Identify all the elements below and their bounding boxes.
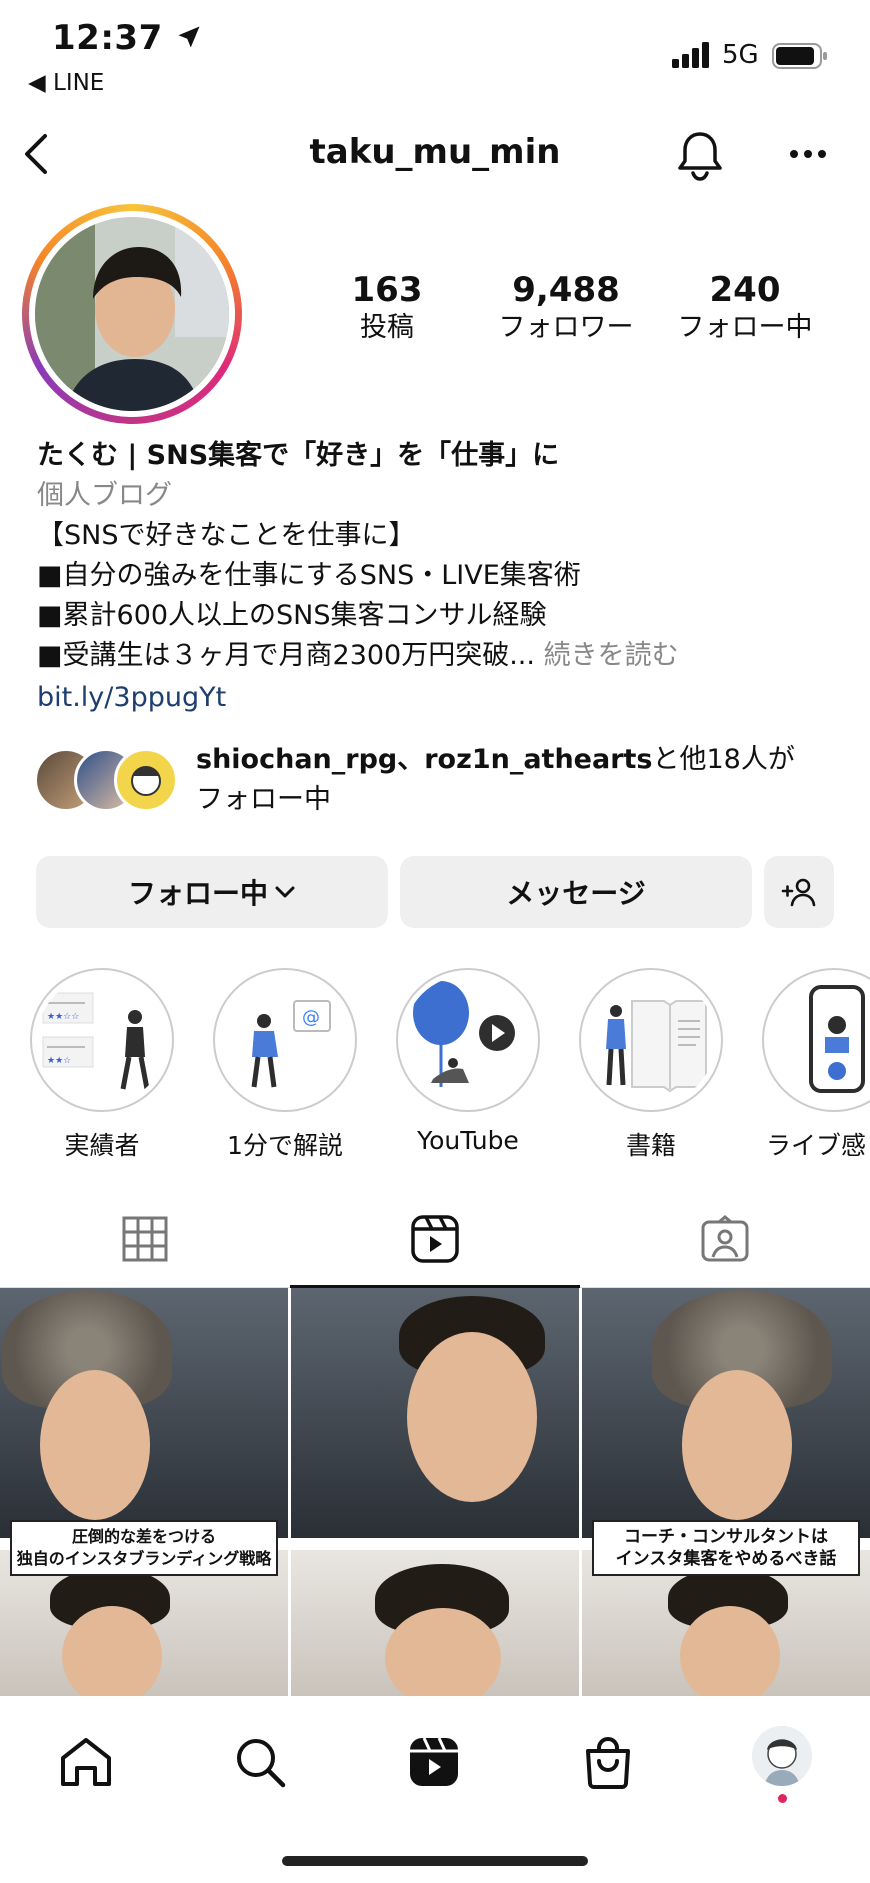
reels-grid: 圧倒的な差をつける 独自のインスタブランディング戦略 コーチ・コンサルタントは … bbox=[0, 1288, 870, 1696]
posts-label: 投稿 bbox=[360, 312, 414, 343]
contact-illustration-icon: @ bbox=[251, 1000, 331, 1088]
profile-category: 個人ブログ bbox=[37, 480, 172, 511]
suggested-users-button[interactable] bbox=[764, 856, 834, 928]
bio-line: ■自分の強みを仕事にするSNS・LIVE集客術 bbox=[37, 560, 581, 591]
home-icon bbox=[61, 1738, 111, 1786]
nav-search[interactable] bbox=[224, 1726, 296, 1798]
notification-dot bbox=[778, 1794, 787, 1803]
highlight-label: YouTube bbox=[417, 1126, 519, 1155]
status-time: 12:37 bbox=[52, 18, 203, 58]
following-count: 240 bbox=[709, 270, 781, 310]
profile-tabs bbox=[0, 1190, 870, 1288]
more-dots-icon bbox=[790, 150, 826, 158]
bottom-tab-bar bbox=[0, 1696, 870, 1883]
message-button[interactable]: メッセージ bbox=[400, 856, 752, 928]
mutual-count-text: と他18人が bbox=[652, 744, 795, 775]
highlight-label: 書籍 bbox=[625, 1131, 676, 1160]
nav-shop[interactable] bbox=[572, 1726, 644, 1798]
back-to-line-link[interactable]: ◀ LINE bbox=[28, 70, 104, 96]
reel-thumbnail[interactable]: 圧倒的な差をつける 独自のインスタブランディング戦略 bbox=[0, 1288, 288, 1696]
reels-icon bbox=[411, 1215, 459, 1263]
book-illustration-icon bbox=[606, 1000, 707, 1093]
nav-reels[interactable] bbox=[398, 1726, 470, 1798]
reel-caption: コーチ・コンサルタントは インスタ集客をやめるべき話 bbox=[592, 1520, 860, 1576]
mutual-followers-avatars[interactable] bbox=[34, 748, 184, 812]
svg-text:★★☆☆: ★★☆☆ bbox=[47, 1012, 79, 1022]
highlight-item[interactable]: ライブ感 bbox=[762, 968, 870, 1162]
battery-icon bbox=[772, 43, 827, 69]
profile-avatar bbox=[35, 217, 229, 411]
following-label: フォロー中 bbox=[677, 312, 813, 343]
reel-thumbnail[interactable] bbox=[291, 1288, 579, 1696]
followers-stat[interactable]: 9,488 フォロワー bbox=[481, 270, 651, 346]
search-icon bbox=[237, 1739, 286, 1788]
chevron-down-icon bbox=[275, 886, 295, 898]
phone-illustration-icon bbox=[809, 985, 865, 1093]
read-more-link[interactable]: 続きを読む bbox=[544, 640, 679, 671]
notifications-button[interactable] bbox=[672, 126, 728, 184]
bio-line: 【SNSで好きなことを仕事に】 bbox=[37, 520, 416, 551]
cellular-signal-icon bbox=[672, 42, 709, 68]
highlight-label: 実績者 bbox=[64, 1131, 140, 1160]
svg-text:★★☆: ★★☆ bbox=[47, 1056, 71, 1066]
more-options-button[interactable] bbox=[782, 130, 834, 178]
tab-posts-grid[interactable] bbox=[0, 1190, 290, 1288]
mutual-suffix: フォロー中 bbox=[196, 784, 331, 815]
home-indicator bbox=[282, 1856, 588, 1866]
following-stat[interactable]: 240 フォロー中 bbox=[660, 270, 830, 346]
posts-stat[interactable]: 163 投稿 bbox=[302, 270, 472, 346]
bio-line: ■受講生は３ヶ月で月商2300万円突破... bbox=[37, 640, 535, 671]
network-type: 5G bbox=[722, 40, 759, 70]
highlight-item[interactable]: @ 1分で解説 bbox=[213, 968, 357, 1162]
highlight-item[interactable]: ★★☆☆ ★★☆ 実績者 bbox=[30, 968, 174, 1162]
svg-text:@: @ bbox=[302, 1007, 320, 1028]
bio-line-truncated: ■受講生は３ヶ月で月商2300万円突破... 続きを読む bbox=[37, 636, 837, 676]
mutual-usernames: shiochan_rpg、roz1n_athearts bbox=[196, 744, 653, 775]
grid-icon bbox=[122, 1216, 168, 1262]
reel-caption: 圧倒的な差をつける 独自のインスタブランディング戦略 bbox=[10, 1520, 278, 1576]
message-button-label: メッセージ bbox=[506, 877, 646, 910]
tab-tagged[interactable] bbox=[580, 1190, 870, 1288]
reel-thumbnail[interactable]: コーチ・コンサルタントは インスタ集客をやめるべき話 bbox=[582, 1288, 870, 1696]
highlight-label: ライブ感 bbox=[765, 1131, 866, 1160]
location-arrow-icon bbox=[178, 26, 200, 48]
shopping-bag-icon bbox=[586, 1737, 630, 1789]
tab-reels[interactable] bbox=[290, 1190, 580, 1288]
highlight-item[interactable]: YouTube bbox=[396, 968, 540, 1155]
posts-count: 163 bbox=[351, 270, 423, 310]
nav-home[interactable] bbox=[50, 1726, 122, 1798]
following-button[interactable]: フォロー中 bbox=[36, 856, 388, 928]
highlight-item[interactable]: 書籍 bbox=[579, 968, 723, 1162]
mutual-followers-text[interactable]: shiochan_rpg、roz1n_atheartsと他18人が フォロー中 bbox=[196, 740, 846, 820]
mutual-avatar bbox=[114, 748, 178, 812]
reels-filled-icon bbox=[410, 1737, 458, 1786]
highlight-label: 1分で解説 bbox=[227, 1131, 343, 1160]
followers-count: 9,488 bbox=[512, 270, 620, 310]
reviews-illustration-icon: ★★☆☆ ★★☆ bbox=[42, 992, 150, 1090]
bell-icon bbox=[678, 132, 722, 181]
youtube-illustration-icon bbox=[413, 981, 515, 1087]
add-person-icon bbox=[781, 878, 816, 907]
bio-line: ■累計600人以上のSNS集客コンサル経験 bbox=[37, 600, 547, 631]
profile-display-name: たくむ | SNS集客で「好き」を「仕事」に bbox=[37, 440, 560, 471]
nav-profile-avatar[interactable] bbox=[752, 1726, 812, 1786]
profile-avatar-story-ring[interactable] bbox=[22, 204, 242, 424]
following-button-label: フォロー中 bbox=[127, 877, 268, 910]
tagged-person-icon bbox=[701, 1215, 749, 1262]
bio-external-link[interactable]: bit.ly/3ppugYt bbox=[37, 678, 837, 718]
followers-label: フォロワー bbox=[498, 312, 634, 343]
profile-username-title: taku_mu_min bbox=[309, 132, 561, 172]
profile-avatar-small bbox=[752, 1726, 812, 1786]
